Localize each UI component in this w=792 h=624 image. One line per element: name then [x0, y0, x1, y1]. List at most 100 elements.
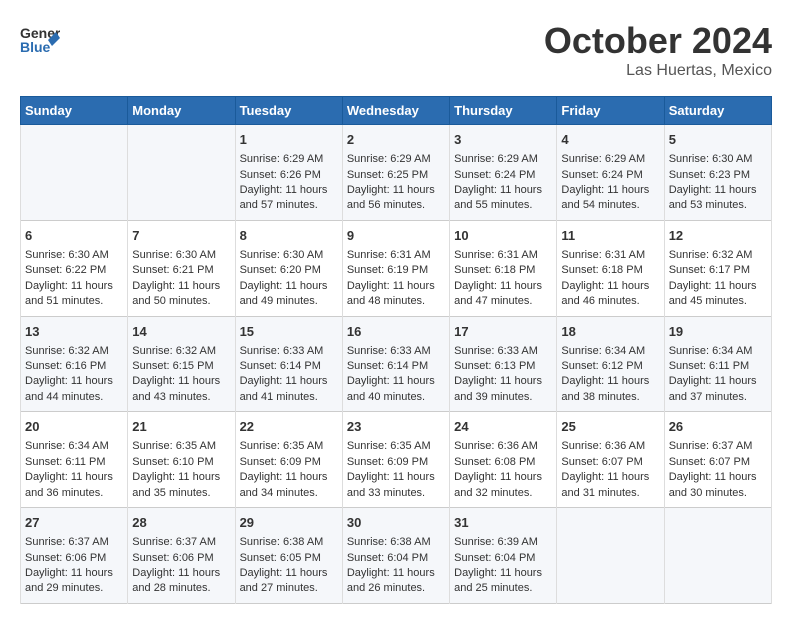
day-number: 11 — [561, 227, 659, 245]
col-thursday: Thursday — [450, 97, 557, 125]
calendar-cell: 18Sunrise: 6:34 AMSunset: 6:12 PMDayligh… — [557, 316, 664, 412]
day-number: 27 — [25, 514, 123, 532]
day-number: 10 — [454, 227, 552, 245]
sunset: Sunset: 6:14 PM — [347, 360, 428, 372]
calendar-cell: 29Sunrise: 6:38 AMSunset: 6:05 PMDayligh… — [235, 508, 342, 604]
daylight: Daylight: 11 hours and 34 minutes. — [240, 471, 328, 498]
calendar-cell: 20Sunrise: 6:34 AMSunset: 6:11 PMDayligh… — [21, 412, 128, 508]
sunset: Sunset: 6:04 PM — [454, 552, 535, 564]
daylight: Daylight: 11 hours and 45 minutes. — [669, 280, 757, 307]
day-number: 25 — [561, 418, 659, 436]
logo-icon: General Blue — [20, 20, 60, 65]
calendar-cell: 1Sunrise: 6:29 AMSunset: 6:26 PMDaylight… — [235, 125, 342, 221]
daylight: Daylight: 11 hours and 49 minutes. — [240, 280, 328, 307]
calendar-cell: 22Sunrise: 6:35 AMSunset: 6:09 PMDayligh… — [235, 412, 342, 508]
sunset: Sunset: 6:07 PM — [669, 456, 750, 468]
sunrise: Sunrise: 6:36 AM — [454, 440, 538, 452]
day-number: 3 — [454, 131, 552, 149]
sunrise: Sunrise: 6:30 AM — [240, 249, 324, 261]
sunset: Sunset: 6:14 PM — [240, 360, 321, 372]
calendar-cell: 15Sunrise: 6:33 AMSunset: 6:14 PMDayligh… — [235, 316, 342, 412]
col-saturday: Saturday — [664, 97, 771, 125]
week-row-1: 6 Sunrise: 6:30 AM Sunset: 6:22 PM Daylight… — [21, 220, 772, 316]
calendar-body: 1Sunrise: 6:29 AMSunset: 6:26 PMDaylight… — [21, 125, 772, 604]
sunset: Sunset: 6:16 PM — [25, 360, 106, 372]
sunrise: Sunrise: 6:30 AM — [25, 249, 109, 261]
sunrise: Sunrise: 6:33 AM — [347, 345, 431, 357]
day-number: 21 — [132, 418, 230, 436]
daylight: Daylight: 11 hours and 35 minutes. — [132, 471, 220, 498]
daylight: Daylight: 11 hours and 51 minutes. — [25, 280, 113, 307]
calendar-cell: 11Sunrise: 6:31 AMSunset: 6:18 PMDayligh… — [557, 220, 664, 316]
sunrise: Sunrise: 6:32 AM — [25, 345, 109, 357]
daylight: Daylight: 11 hours and 47 minutes. — [454, 280, 542, 307]
day-number: 6 — [25, 227, 123, 245]
daylight: Daylight: 11 hours and 55 minutes. — [454, 184, 542, 211]
sunrise: Sunrise: 6:29 AM — [454, 153, 538, 165]
calendar-cell: 27 Sunrise: 6:37 AM Sunset: 6:06 PM Dayligh… — [21, 508, 128, 604]
daylight: Daylight: 11 hours and 40 minutes. — [347, 375, 435, 402]
sunrise: Sunrise: 6:38 AM — [240, 536, 324, 548]
sunrise: Sunrise: 6:36 AM — [561, 440, 645, 452]
sunrise: Sunrise: 6:37 AM — [669, 440, 753, 452]
daylight: Daylight: 11 hours and 46 minutes. — [561, 280, 649, 307]
day-number: 5 — [669, 131, 767, 149]
calendar-cell — [557, 508, 664, 604]
sunset: Sunset: 6:26 PM — [240, 169, 321, 181]
calendar-cell: 2Sunrise: 6:29 AMSunset: 6:25 PMDaylight… — [342, 125, 449, 221]
calendar-cell: 8Sunrise: 6:30 AMSunset: 6:20 PMDaylight… — [235, 220, 342, 316]
sunset: Sunset: 6:10 PM — [132, 456, 213, 468]
daylight: Daylight: 11 hours and 32 minutes. — [454, 471, 542, 498]
calendar-cell: 16Sunrise: 6:33 AMSunset: 6:14 PMDayligh… — [342, 316, 449, 412]
calendar-cell: 14Sunrise: 6:32 AMSunset: 6:15 PMDayligh… — [128, 316, 235, 412]
daylight: Daylight: 11 hours and 56 minutes. — [347, 184, 435, 211]
calendar-cell: 21 Sunrise: 6:35 AM Sunset: 6:10 PM Dayligh… — [128, 412, 235, 508]
daylight: Daylight: 11 hours and 53 minutes. — [669, 184, 757, 211]
sunset: Sunset: 6:18 PM — [561, 264, 642, 276]
day-number: 18 — [561, 323, 659, 341]
header-row: Sunday Monday Tuesday Wednesday Thursday… — [21, 97, 772, 125]
sunrise: Sunrise: 6:32 AM — [669, 249, 753, 261]
calendar-cell — [664, 508, 771, 604]
calendar-cell: 31Sunrise: 6:39 AMSunset: 6:04 PMDayligh… — [450, 508, 557, 604]
sunrise: Sunrise: 6:35 AM — [132, 440, 216, 452]
calendar-cell: 3 Sunrise: 6:29 AM Sunset: 6:24 PM Daylight… — [450, 125, 557, 221]
sunset: Sunset: 6:06 PM — [25, 552, 106, 564]
sunset: Sunset: 6:09 PM — [347, 456, 428, 468]
daylight: Daylight: 11 hours and 41 minutes. — [240, 375, 328, 402]
sunrise: Sunrise: 6:33 AM — [454, 345, 538, 357]
calendar-cell: 19Sunrise: 6:34 AMSunset: 6:11 PMDayligh… — [664, 316, 771, 412]
day-number: 29 — [240, 514, 338, 532]
sunset: Sunset: 6:21 PM — [132, 264, 213, 276]
week-row-4: 27 Sunrise: 6:37 AM Sunset: 6:06 PM Dayligh… — [21, 508, 772, 604]
sunset: Sunset: 6:04 PM — [347, 552, 428, 564]
col-wednesday: Wednesday — [342, 97, 449, 125]
month-title: October 2024 — [544, 20, 772, 62]
day-number: 26 — [669, 418, 767, 436]
calendar-cell — [128, 125, 235, 221]
sunrise: Sunrise: 6:38 AM — [347, 536, 431, 548]
sunset: Sunset: 6:17 PM — [669, 264, 750, 276]
sunrise: Sunrise: 6:30 AM — [669, 153, 753, 165]
day-number: 8 — [240, 227, 338, 245]
sunset: Sunset: 6:06 PM — [132, 552, 213, 564]
sunset: Sunset: 6:19 PM — [347, 264, 428, 276]
sunset: Sunset: 6:11 PM — [669, 360, 750, 372]
location-title: Las Huertas, Mexico — [544, 62, 772, 80]
calendar-cell: 6 Sunrise: 6:30 AM Sunset: 6:22 PM Daylight… — [21, 220, 128, 316]
calendar-cell: 26Sunrise: 6:37 AMSunset: 6:07 PMDayligh… — [664, 412, 771, 508]
sunset: Sunset: 6:22 PM — [25, 264, 106, 276]
day-number: 13 — [25, 323, 123, 341]
sunrise: Sunrise: 6:30 AM — [132, 249, 216, 261]
sunrise: Sunrise: 6:37 AM — [132, 536, 216, 548]
calendar-cell: 25Sunrise: 6:36 AMSunset: 6:07 PMDayligh… — [557, 412, 664, 508]
header: General Blue October 2024 Las Huertas, M… — [20, 20, 772, 80]
logo: General Blue — [20, 20, 60, 65]
sunset: Sunset: 6:24 PM — [454, 169, 535, 181]
sunrise: Sunrise: 6:29 AM — [347, 153, 431, 165]
sunrise: Sunrise: 6:34 AM — [669, 345, 753, 357]
calendar-cell: 30Sunrise: 6:38 AMSunset: 6:04 PMDayligh… — [342, 508, 449, 604]
sunrise: Sunrise: 6:37 AM — [25, 536, 109, 548]
sunrise: Sunrise: 6:29 AM — [240, 153, 324, 165]
daylight: Daylight: 11 hours and 29 minutes. — [25, 567, 113, 594]
